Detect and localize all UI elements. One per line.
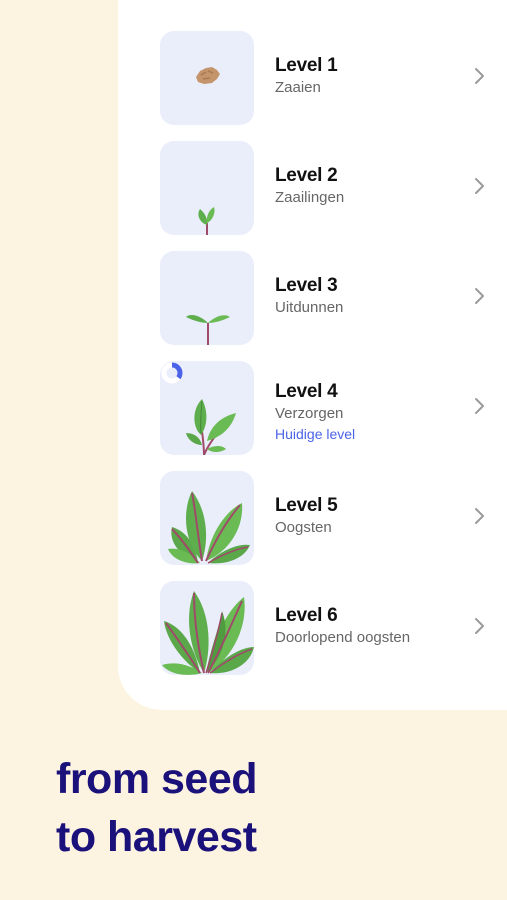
seedling-icon <box>160 251 254 345</box>
chard-plant-icon <box>160 471 254 565</box>
level-title: Level 4 <box>275 381 338 402</box>
level-subtitle: Doorlopend oogsten <box>275 629 411 646</box>
level-title: Level 5 <box>275 495 338 516</box>
chevron-right-icon <box>475 68 484 84</box>
chevron-right-icon <box>475 618 484 634</box>
level-title: Level 6 <box>275 605 338 626</box>
progress-ring <box>161 362 183 384</box>
level-row-4[interactable]: Level 4 Verzorgen Huidige level <box>160 361 507 455</box>
level-title: Level 3 <box>275 275 338 296</box>
level-row-3[interactable]: Level 3 Uitdunnen <box>160 251 507 345</box>
level-subtitle: Zaailingen <box>275 189 345 206</box>
level-row-6[interactable]: Level 6 Doorlopend oogsten <box>160 581 507 675</box>
chevron-right-icon <box>475 178 484 194</box>
full-chard-plant-icon <box>160 581 254 675</box>
tagline-line-2: to harvest <box>56 813 257 861</box>
level-row-1[interactable]: Level 1 Zaaien <box>160 31 507 125</box>
level-subtitle: Verzorgen <box>275 405 344 422</box>
chevron-right-icon <box>475 508 484 524</box>
level-subtitle: Uitdunnen <box>275 299 344 316</box>
level-title: Level 1 <box>275 55 338 76</box>
chevron-right-icon <box>475 398 484 414</box>
sprout-icon <box>160 141 254 235</box>
current-level-label: Huidige level <box>275 426 356 442</box>
level-row-2[interactable]: Level 2 Zaailingen <box>160 141 507 235</box>
chevron-right-icon <box>475 288 484 304</box>
level-title: Level 2 <box>275 165 338 186</box>
tagline: from seed to harvest <box>56 750 258 866</box>
young-plant-icon <box>160 361 254 455</box>
level-subtitle: Zaaien <box>275 79 321 96</box>
tagline-line-1: from seed <box>56 755 258 803</box>
seed-icon <box>160 31 254 125</box>
level-row-5[interactable]: Level 5 Oogsten <box>160 471 507 565</box>
level-subtitle: Oogsten <box>275 519 332 536</box>
